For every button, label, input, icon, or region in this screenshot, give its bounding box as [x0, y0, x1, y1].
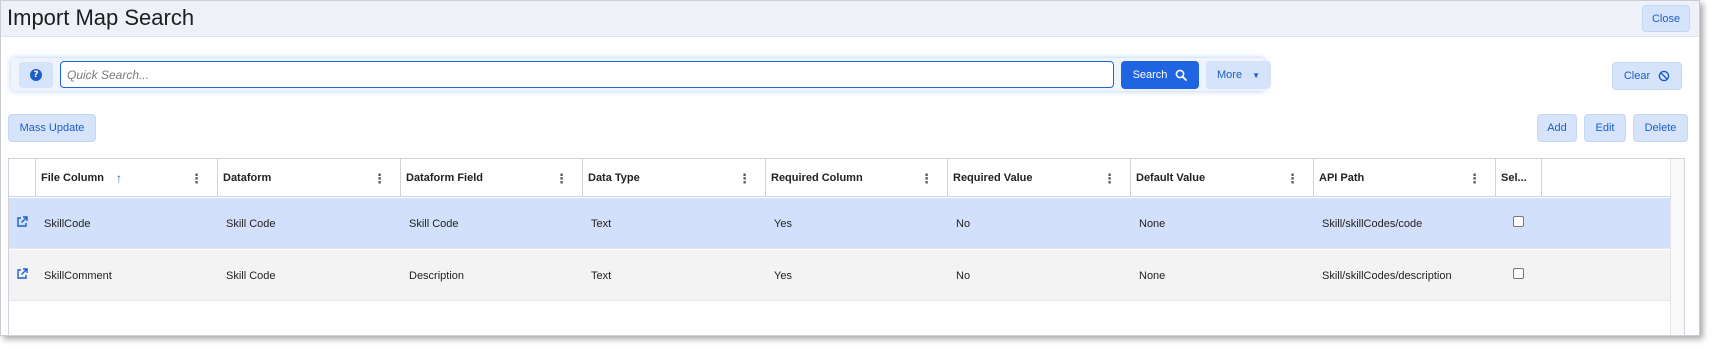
cell-api-path: Skill/skillCodes/code	[1322, 217, 1423, 230]
add-button[interactable]: Add	[1537, 114, 1577, 142]
cell-required-column: Yes	[774, 269, 792, 282]
cell-required-column: Yes	[774, 217, 792, 230]
more-button[interactable]: More ▼	[1206, 61, 1271, 89]
external-link-icon[interactable]	[15, 267, 29, 281]
header-dataform-field[interactable]: Dataform Field ⋮	[401, 159, 583, 197]
dialog-title: Import Map Search	[7, 5, 195, 30]
help-button[interactable]: ?	[19, 62, 53, 88]
import-map-search-dialog: Import Map Search Close ? Search More ▼ …	[0, 0, 1700, 336]
column-menu-icon[interactable]: ⋮	[1286, 171, 1299, 187]
grid-header: File Column ↑ ⋮ Dataform ⋮ Dataform Fiel…	[9, 159, 1684, 197]
column-menu-icon[interactable]: ⋮	[373, 171, 386, 187]
cell-dataform: Skill Code	[226, 217, 276, 230]
import-map-grid: File Column ↑ ⋮ Dataform ⋮ Dataform Fiel…	[8, 158, 1685, 336]
header-select[interactable]: Sel...	[1496, 159, 1542, 197]
header-label: Required Column	[771, 172, 863, 184]
column-menu-icon[interactable]: ⋮	[920, 171, 933, 187]
table-row[interactable]: SkillCode Skill Code Skill Code Text Yes…	[9, 198, 1684, 249]
header-dataform[interactable]: Dataform ⋮	[218, 159, 401, 197]
cell-dataform-field: Skill Code	[409, 217, 459, 230]
header-label: Dataform Field	[406, 172, 484, 184]
header-label: Data Type	[588, 172, 640, 184]
header-required-value[interactable]: Required Value ⋮	[948, 159, 1131, 197]
caret-down-icon: ▼	[1252, 70, 1260, 80]
ban-icon	[1658, 70, 1670, 82]
cell-dataform-field: Description	[409, 269, 465, 282]
header-label: File Column	[41, 172, 104, 184]
cell-data-type: Text	[591, 217, 612, 230]
header-label: API Path	[1319, 172, 1365, 184]
cell-dataform: Skill Code	[226, 269, 276, 282]
cell-data-type: Text	[591, 269, 612, 282]
header-data-type[interactable]: Data Type ⋮	[583, 159, 766, 197]
header-link-column	[9, 159, 36, 197]
sort-ascending-icon[interactable]: ↑	[116, 171, 122, 185]
header-label: Sel...	[1501, 172, 1527, 184]
search-icon	[1176, 69, 1188, 81]
cell-required-value: No	[956, 217, 971, 230]
mass-update-button[interactable]: Mass Update	[8, 114, 96, 142]
column-menu-icon[interactable]: ⋮	[190, 171, 203, 187]
cell-file-column: SkillCode	[44, 217, 91, 230]
more-button-label: More	[1217, 69, 1243, 81]
row-select-checkbox[interactable]	[1513, 268, 1524, 279]
clear-button[interactable]: Clear	[1612, 62, 1682, 90]
header-label: Default Value	[1136, 172, 1206, 184]
delete-button[interactable]: Delete	[1633, 114, 1688, 142]
column-menu-icon[interactable]: ⋮	[738, 171, 751, 187]
search-button[interactable]: Search	[1121, 61, 1199, 89]
header-file-column[interactable]: File Column ↑ ⋮	[36, 159, 218, 197]
header-label: Dataform	[223, 172, 272, 184]
cell-file-column: SkillComment	[44, 269, 112, 282]
cell-default-value: None	[1139, 217, 1166, 230]
clear-button-label: Clear	[1623, 70, 1651, 82]
cell-required-value: No	[956, 269, 971, 282]
question-circle-icon: ?	[30, 69, 42, 81]
row-select-checkbox[interactable]	[1513, 216, 1524, 227]
header-default-value[interactable]: Default Value ⋮	[1131, 159, 1314, 197]
close-button[interactable]: Close	[1642, 5, 1690, 32]
external-link-icon[interactable]	[15, 215, 29, 229]
cell-default-value: None	[1139, 269, 1166, 282]
column-menu-icon[interactable]: ⋮	[1103, 171, 1116, 187]
header-required-column[interactable]: Required Column ⋮	[766, 159, 948, 197]
header-label: Required Value	[953, 172, 1033, 184]
title-bar: Import Map Search Close	[1, 1, 1699, 37]
column-menu-icon[interactable]: ⋮	[1468, 171, 1481, 187]
quick-search-input[interactable]	[60, 61, 1114, 88]
edit-button[interactable]: Edit	[1584, 114, 1626, 142]
quick-search-bar: ? Search More ▼	[11, 58, 1271, 91]
header-api-path[interactable]: API Path ⋮	[1314, 159, 1496, 197]
table-row[interactable]: SkillComment Skill Code Description Text…	[9, 250, 1684, 301]
search-button-label: Search	[1132, 69, 1168, 81]
cell-api-path: Skill/skillCodes/description	[1322, 269, 1452, 282]
column-menu-icon[interactable]: ⋮	[555, 171, 568, 187]
vertical-scrollbar[interactable]	[1670, 159, 1684, 335]
